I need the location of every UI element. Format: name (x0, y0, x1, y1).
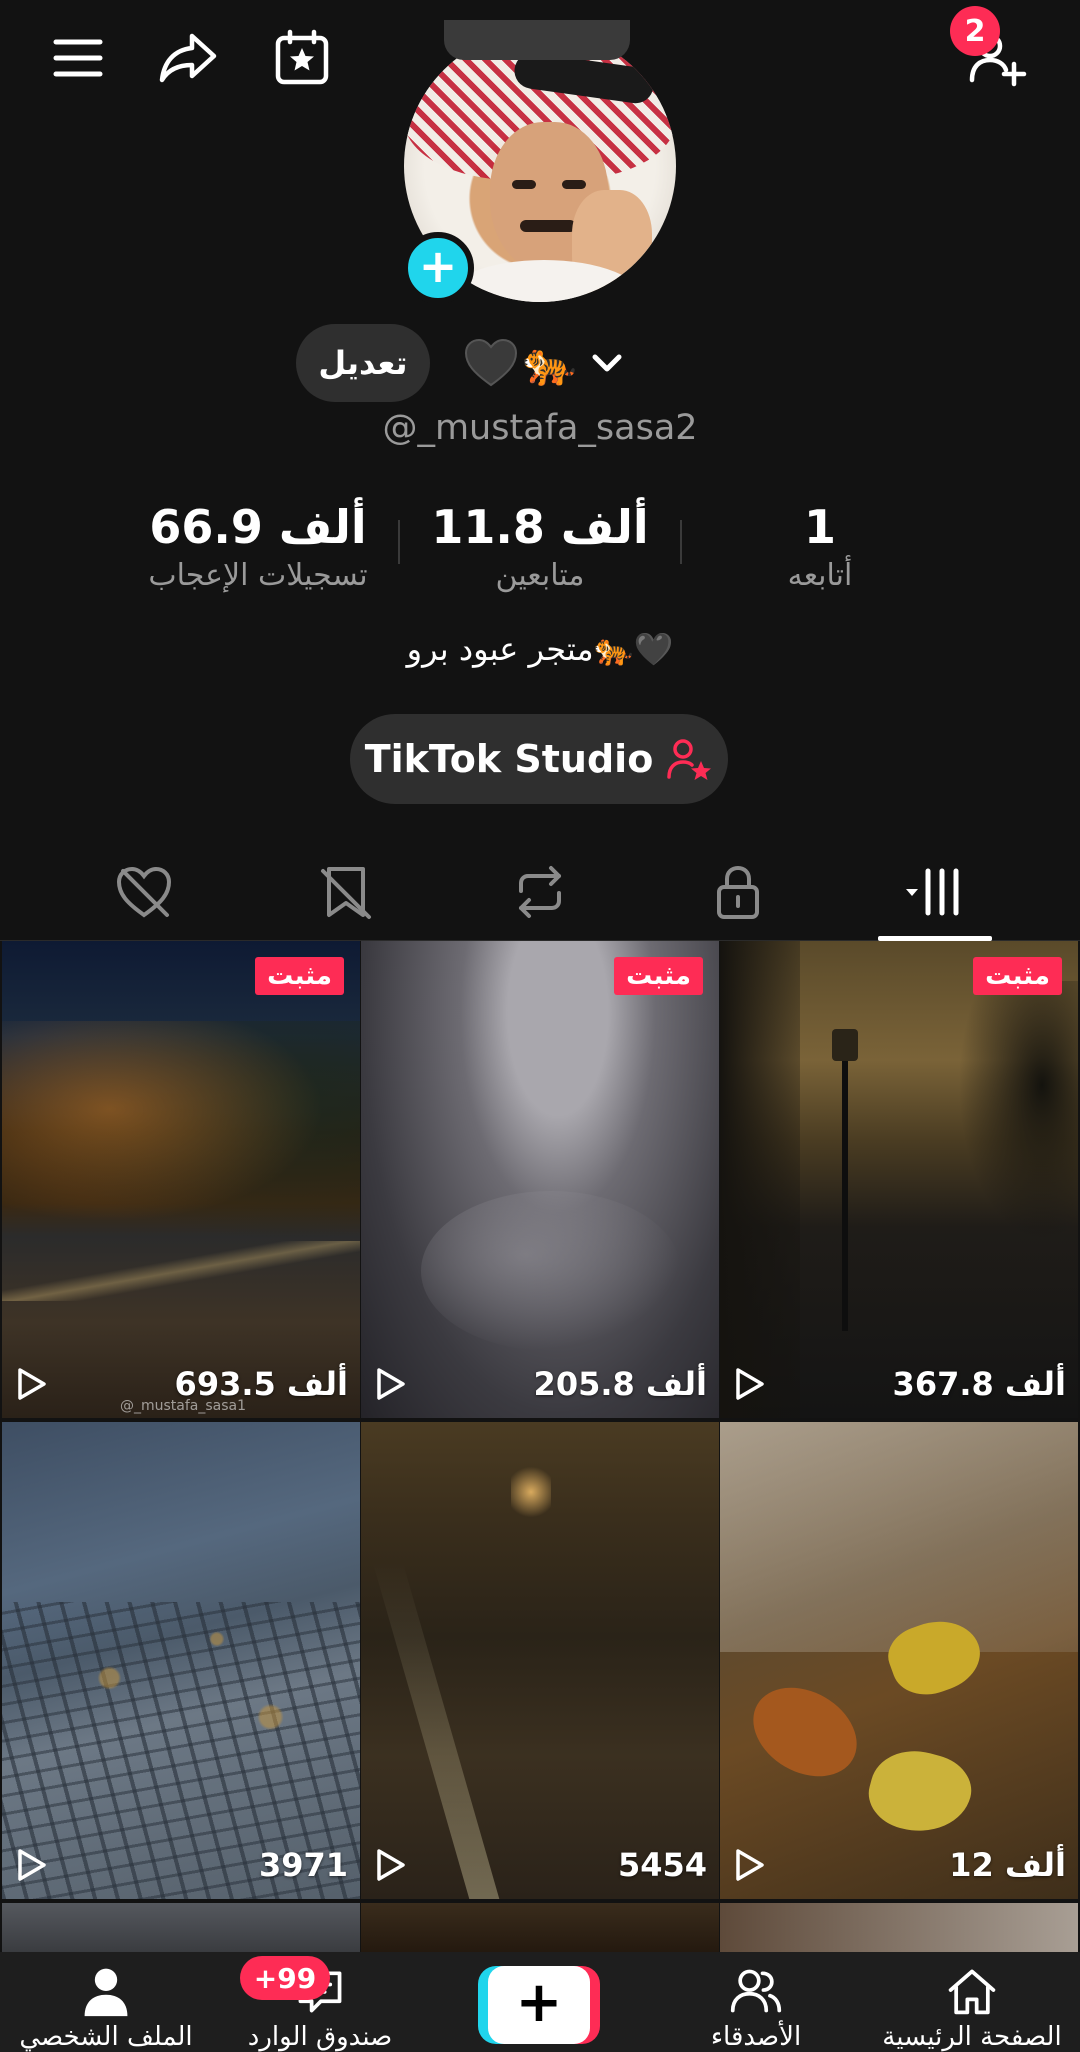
pinned-badge: مثبت (255, 957, 344, 995)
followers-count: 11.8 ألف (431, 500, 649, 554)
tab-private[interactable] (688, 844, 788, 940)
calendar-star-icon[interactable] (266, 22, 338, 94)
following-stat[interactable]: 1 أتابعه (740, 500, 900, 593)
edit-profile-button[interactable]: تعديل (296, 324, 430, 402)
video-thumbnail[interactable]: مثبت 205.8 ألف (361, 941, 719, 1418)
chevron-down-icon[interactable] (587, 343, 627, 383)
likes-count: 66.9 ألف (149, 500, 367, 554)
view-count: 367.8 ألف (892, 1365, 1066, 1403)
video-thumbnail[interactable]: 3971 (2, 1422, 360, 1899)
view-count: 12 ألف (949, 1846, 1066, 1884)
nav-profile-label: الملف الشخصي (19, 2022, 193, 2052)
nav-home[interactable]: الصفحة الرئيسية (872, 1952, 1072, 2052)
following-count: 1 (803, 500, 836, 554)
followers-stat[interactable]: 11.8 ألف متابعين (430, 500, 650, 593)
person-star-icon (667, 739, 712, 780)
play-icon (18, 1368, 46, 1400)
tiger-emoji: 🐅 (522, 338, 577, 389)
nav-friends-label: الأصدقاء (710, 2022, 802, 2052)
video-thumbnail[interactable]: مثبت 693.5 ألف @_mustafa_sasa1 (2, 941, 360, 1418)
lock-icon (717, 865, 759, 919)
stat-divider (398, 520, 400, 564)
friends-icon (730, 1969, 782, 2013)
add-story-button[interactable]: + (402, 232, 474, 304)
hidden-heart-icon (116, 866, 172, 918)
nav-profile[interactable]: الملف الشخصي (6, 1952, 206, 2052)
play-icon (377, 1368, 405, 1400)
likes-stat[interactable]: 66.9 ألف تسجيلات الإعجاب (130, 500, 386, 593)
tab-favorites[interactable] (296, 844, 396, 940)
pinned-badge: مثبت (614, 957, 703, 995)
nav-home-label: الصفحة الرئيسية (882, 2022, 1062, 2052)
username: @_mustafa_sasa2 (382, 408, 698, 448)
create-button[interactable]: + (478, 1966, 600, 2044)
video-thumbnail[interactable]: 5454 (361, 1422, 719, 1899)
video-grid-icon (906, 868, 959, 916)
black-heart-icon (464, 338, 518, 387)
play-icon (736, 1368, 764, 1400)
followers-label: متابعين (495, 558, 585, 593)
video-thumbnail[interactable] (2, 1903, 360, 1952)
studio-label: TikTok Studio (364, 737, 654, 781)
nav-inbox-label: صندوق الوارد (247, 2022, 393, 2052)
pinned-badge: مثبت (973, 957, 1062, 995)
bio: متجر عبود برو🐅🖤 (406, 630, 674, 668)
video-thumbnail[interactable] (361, 1903, 719, 1952)
video-thumbnail[interactable]: 12 ألف (720, 1422, 1078, 1899)
tiktok-studio-button[interactable]: TikTok Studio (350, 714, 728, 804)
tab-reposts[interactable] (490, 844, 590, 940)
view-count: 205.8 ألف (533, 1365, 707, 1403)
person-icon (84, 1968, 128, 2017)
video-thumbnail[interactable] (720, 1903, 1078, 1952)
add-friend-badge: 2 (950, 6, 1000, 56)
likes-label: تسجيلات الإعجاب (148, 558, 368, 593)
plus-icon: + (515, 1970, 563, 2035)
inbox-badge: +99 (240, 1956, 330, 2000)
repost-icon (519, 866, 561, 918)
tab-liked[interactable] (94, 844, 194, 940)
view-count: 3971 (258, 1846, 348, 1884)
menu-icon[interactable] (42, 22, 114, 94)
view-count: 5454 (617, 1846, 707, 1884)
profile-tabs (0, 844, 1080, 940)
stat-divider (680, 520, 682, 564)
tab-videos[interactable] (885, 844, 985, 940)
profile-page: 2 + تعديل 🐅 @_mustafa_sasa2 66.9 ألف تسج… (0, 0, 1080, 2052)
avatar-notch (444, 20, 630, 60)
home-icon (948, 1969, 996, 2015)
play-icon (377, 1849, 405, 1881)
play-icon (18, 1849, 46, 1881)
video-thumbnail[interactable]: مثبت 367.8 ألف (720, 941, 1078, 1418)
following-label: أتابعه (787, 558, 853, 593)
nav-friends[interactable]: الأصدقاء (656, 1952, 856, 2052)
hidden-bookmark-icon (321, 867, 371, 919)
watermark: @_mustafa_sasa1 (120, 1398, 247, 1414)
share-icon[interactable] (152, 22, 224, 94)
play-icon (736, 1849, 764, 1881)
display-name[interactable]: 🐅 (464, 326, 627, 400)
